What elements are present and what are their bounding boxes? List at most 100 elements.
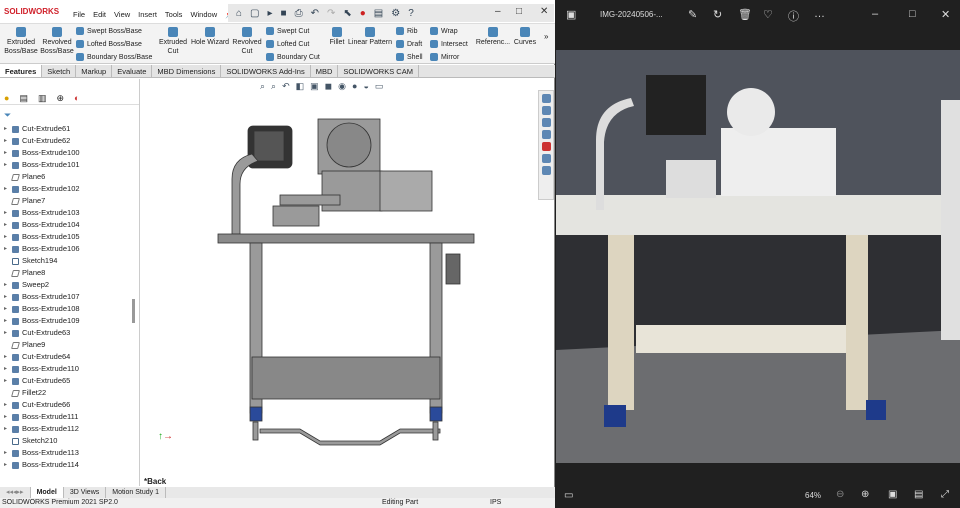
tree-item[interactable]: ▸ Boss-Extrude103	[0, 207, 132, 219]
tree-item[interactable]: ▸ Cut-Extrude65	[0, 375, 132, 387]
forum-icon[interactable]	[541, 166, 551, 175]
expand-arrow-icon[interactable]: ▸	[4, 375, 9, 387]
rib-button[interactable]: Rib	[396, 27, 418, 35]
expand-arrow-icon[interactable]: ▸	[4, 303, 9, 315]
property-manager-icon[interactable]: ▤	[19, 93, 28, 104]
draft-button[interactable]: Draft	[396, 40, 422, 48]
tree-item[interactable]: Plane7	[0, 195, 132, 207]
tab-evaluate[interactable]: Evaluate	[112, 65, 153, 77]
tab-3d-views[interactable]: 3D Views	[64, 487, 107, 498]
fullscreen-icon[interactable]: ⤢	[941, 489, 949, 500]
custom-properties-icon[interactable]	[541, 154, 551, 163]
minimize-button[interactable]: –	[872, 8, 878, 20]
tree-item[interactable]: ▸ Boss-Extrude102	[0, 183, 132, 195]
display-manager-icon[interactable]: ◐	[74, 93, 79, 104]
new-icon[interactable]: ▢	[250, 8, 259, 19]
tree-item[interactable]: ▸ Cut-Extrude61	[0, 123, 132, 135]
revolved-boss-button[interactable]: Revolved Boss/Base	[40, 27, 74, 56]
expand-arrow-icon[interactable]: ▸	[4, 315, 9, 327]
reference-geometry-button[interactable]: Referenc...	[474, 27, 512, 47]
menu-edit[interactable]: Edit	[93, 10, 106, 19]
options-icon[interactable]: ⚙	[391, 8, 400, 19]
feature-manager-icon[interactable]: ●	[4, 93, 9, 104]
gallery-icon[interactable]: ▣	[566, 8, 576, 21]
tree-item[interactable]: Plane9	[0, 339, 132, 351]
rebuild-icon[interactable]: ●	[360, 8, 366, 19]
expand-arrow-icon[interactable]: ▸	[4, 291, 9, 303]
expand-arrow-icon[interactable]: ▸	[4, 243, 9, 255]
tree-item[interactable]: ▸ Boss-Extrude107	[0, 291, 132, 303]
tree-item[interactable]: ▸ Boss-Extrude112	[0, 423, 132, 435]
tab-cam[interactable]: SOLIDWORKS CAM	[338, 65, 419, 77]
expand-arrow-icon[interactable]: ▸	[4, 327, 9, 339]
expand-arrow-icon[interactable]: ▸	[4, 411, 9, 423]
tree-item[interactable]: Plane8	[0, 267, 132, 279]
extruded-cut-button[interactable]: Extruded Cut	[156, 27, 190, 56]
config-manager-icon[interactable]: ▥	[38, 93, 47, 104]
maximize-button[interactable]: □	[516, 6, 522, 17]
file-explorer-icon[interactable]	[541, 118, 551, 127]
tree-item[interactable]: ▸ Boss-Extrude106	[0, 243, 132, 255]
close-button[interactable]: ✕	[941, 8, 950, 21]
swept-boss-button[interactable]: Swept Boss/Base	[76, 27, 142, 35]
tree-item[interactable]: ▸ Boss-Extrude109	[0, 315, 132, 327]
tab-mbd[interactable]: MBD	[311, 65, 339, 77]
undo-icon[interactable]: ↶	[311, 8, 319, 19]
tree-item[interactable]: ▸ Cut-Extrude63	[0, 327, 132, 339]
cad-model[interactable]	[140, 79, 537, 486]
rotate-icon[interactable]: ↻	[713, 8, 722, 21]
tree-item[interactable]: Fillet22	[0, 387, 132, 399]
help-icon[interactable]: ?	[408, 8, 414, 19]
boundary-boss-button[interactable]: Boundary Boss/Base	[76, 53, 152, 61]
appearances-icon[interactable]	[541, 142, 551, 151]
shell-button[interactable]: Shell	[396, 53, 423, 61]
mirror-button[interactable]: Mirror	[430, 53, 459, 61]
tab-features[interactable]: Features	[0, 65, 43, 77]
tree-item[interactable]: ▸ Sweep2	[0, 279, 132, 291]
save-icon[interactable]: ■	[281, 8, 287, 19]
tree-scrollbar[interactable]	[132, 299, 135, 323]
tree-item[interactable]: ▸ Boss-Extrude105	[0, 231, 132, 243]
file-properties-icon[interactable]: ▤	[374, 8, 383, 19]
menu-insert[interactable]: Insert	[138, 10, 157, 19]
expand-arrow-icon[interactable]: ▸	[4, 447, 9, 459]
expand-arrow-icon[interactable]: ▸	[4, 207, 9, 219]
tree-item[interactable]: ▸ Boss-Extrude114	[0, 459, 132, 471]
edit-icon[interactable]: ✎	[688, 8, 697, 21]
tree-item[interactable]: ▸ Boss-Extrude104	[0, 219, 132, 231]
dimxpert-icon[interactable]: ⊕	[56, 93, 64, 104]
redo-icon[interactable]: ↷	[327, 8, 335, 19]
tree-item[interactable]: ▸ Boss-Extrude111	[0, 411, 132, 423]
tab-sketch[interactable]: Sketch	[42, 65, 77, 77]
zoom-in-icon[interactable]: ⊕	[861, 489, 869, 500]
tab-mbd-dimensions[interactable]: MBD Dimensions	[152, 65, 222, 77]
wrap-button[interactable]: Wrap	[430, 27, 458, 35]
extruded-boss-button[interactable]: Extruded Boss/Base	[3, 27, 39, 56]
expand-arrow-icon[interactable]: ▸	[4, 459, 9, 471]
tree-item[interactable]: ▸ Cut-Extrude64	[0, 351, 132, 363]
tree-item[interactable]: Sketch210	[0, 435, 132, 447]
home-icon[interactable]: ⌂	[236, 8, 242, 19]
lofted-boss-button[interactable]: Lofted Boss/Base	[76, 40, 142, 48]
tree-item[interactable]: ▸ Boss-Extrude108	[0, 303, 132, 315]
revolved-cut-button[interactable]: Revolved Cut	[230, 27, 264, 56]
actual-size-icon[interactable]: ▤	[914, 489, 923, 500]
boundary-cut-button[interactable]: Boundary Cut	[266, 53, 320, 61]
tab-model[interactable]: Model	[30, 487, 64, 498]
open-icon[interactable]: ▸	[268, 8, 273, 19]
delete-icon[interactable]: 🗑	[738, 8, 752, 21]
tree-item[interactable]: ▸ Boss-Extrude110	[0, 363, 132, 375]
units-selector[interactable]: IPS	[490, 498, 501, 508]
more-chevron-icon[interactable]: »	[544, 32, 548, 41]
expand-arrow-icon[interactable]: ▸	[4, 423, 9, 435]
expand-arrow-icon[interactable]: ▸	[4, 123, 9, 135]
menu-tools[interactable]: Tools	[165, 10, 183, 19]
expand-arrow-icon[interactable]: ▸	[4, 279, 9, 291]
expand-arrow-icon[interactable]: ▸	[4, 363, 9, 375]
tree-item[interactable]: Plane6	[0, 171, 132, 183]
minimize-button[interactable]: –	[495, 6, 501, 17]
menu-view[interactable]: View	[114, 10, 130, 19]
filmstrip-icon[interactable]: ▭	[564, 490, 573, 501]
expand-arrow-icon[interactable]: ▸	[4, 231, 9, 243]
close-button[interactable]: ✕	[540, 6, 548, 17]
